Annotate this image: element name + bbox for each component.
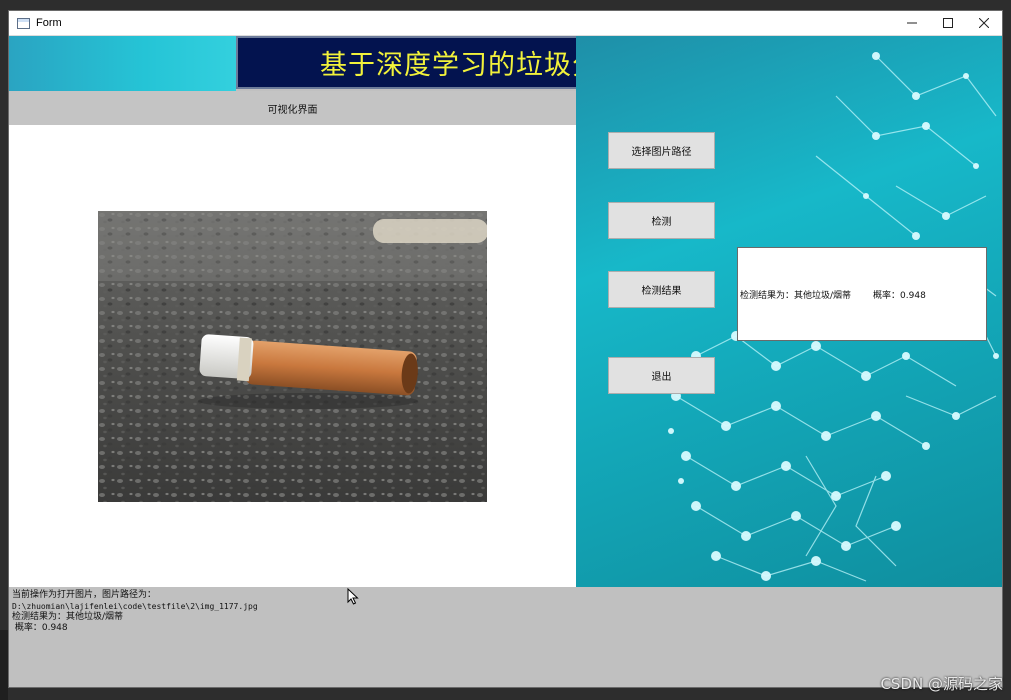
operation-log: 当前操作为打开图片，图片路径为： D:\zhuomian\lajifenlei\…	[9, 587, 1002, 687]
select-image-path-button[interactable]: 选择图片路径	[608, 132, 715, 169]
close-icon	[979, 18, 989, 28]
detect-result-button[interactable]: 检测结果	[608, 271, 715, 308]
maximize-button[interactable]	[930, 11, 966, 35]
result-display: 检测结果为：其他垃圾/烟蒂 概率：0.948	[737, 247, 987, 341]
app-window: Form 基于深度学习的垃圾分类系统 可视化界面 选择图片路径 检测 检测结果 …	[8, 10, 1003, 688]
photo-cigarette-butt	[98, 211, 487, 502]
log-line-result: 检测结果为：其他垃圾/烟蒂	[12, 612, 124, 622]
minimize-button[interactable]	[894, 11, 930, 35]
log-line-operation: 当前操作为打开图片，图片路径为：	[12, 590, 157, 600]
visual-panel-label: 可视化界面	[267, 104, 318, 116]
watermark: CSDN @源码之家	[880, 675, 1003, 693]
maximize-icon	[943, 18, 953, 28]
control-panel: 选择图片路径 检测 检测结果 退出 检测结果为：其他垃圾/烟蒂 概率：0.948	[576, 36, 1002, 587]
mouse-cursor-icon	[347, 588, 359, 605]
result-probability: 概率：0.948	[873, 290, 926, 301]
visual-panel-header: 可视化界面	[9, 91, 576, 125]
exit-button[interactable]: 退出	[608, 357, 715, 394]
minimize-icon	[907, 22, 917, 24]
window-title: Form	[36, 17, 62, 29]
detected-image	[98, 211, 487, 502]
title-bar[interactable]: Form	[9, 11, 1002, 36]
log-line-path: D:\zhuomian\lajifenlei\code\testfile\2\i…	[12, 602, 258, 611]
desktop-edge	[0, 630, 8, 700]
window-controls	[894, 11, 1002, 35]
result-text: 检测结果为：其他垃圾/烟蒂	[740, 290, 852, 301]
detect-button[interactable]: 检测	[608, 202, 715, 239]
window-app-icon	[17, 17, 30, 29]
header-left-banner	[9, 36, 236, 91]
log-line-probability: 概率：0.948	[12, 623, 68, 633]
close-button[interactable]	[966, 11, 1002, 35]
visual-panel	[9, 125, 576, 587]
